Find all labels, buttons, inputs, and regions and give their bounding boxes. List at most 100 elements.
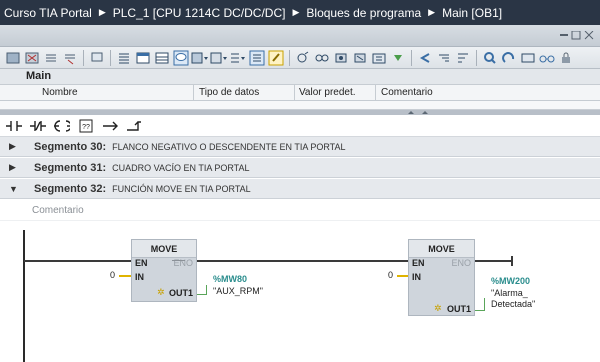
go-online-icon[interactable] xyxy=(332,49,350,67)
column-nombre[interactable]: Nombre xyxy=(42,87,78,98)
monitoring-on-icon[interactable] xyxy=(294,49,312,67)
divider xyxy=(0,220,600,221)
search-icon[interactable] xyxy=(481,49,499,67)
list-icon[interactable] xyxy=(115,49,133,67)
operand-name[interactable]: "AUX_RPM" xyxy=(213,286,263,296)
operand-name[interactable]: "Alarma_ xyxy=(491,288,528,298)
segment-title[interactable]: FLANCO NEGATIVO O DESCENDENTE EN TIA POR… xyxy=(112,142,345,152)
interface-title: Main xyxy=(0,69,600,84)
no-contact-icon[interactable] xyxy=(6,118,22,134)
column-divider xyxy=(375,85,376,101)
in-wire xyxy=(119,275,131,277)
segment-header[interactable]: ▶ Segmento 31: CUADRO VACÍO EN TIA PORTA… xyxy=(0,158,600,178)
coil-icon[interactable] xyxy=(54,118,70,134)
collapse-arrow-icon[interactable]: ▼ xyxy=(9,184,19,194)
network-overview-icon[interactable] xyxy=(248,49,266,67)
insert-row-icon[interactable] xyxy=(42,49,60,67)
delete-row-icon[interactable] xyxy=(61,49,79,67)
operand-name[interactable]: Detectada" xyxy=(491,299,535,309)
close-branch-icon[interactable] xyxy=(126,118,142,134)
breadcrumb-separator-icon: ▶ xyxy=(98,7,106,17)
comment-toggle-icon[interactable] xyxy=(172,49,190,67)
compile-icon[interactable] xyxy=(389,49,407,67)
pin-out1: OUT1 xyxy=(168,288,193,298)
expand-arrow-icon[interactable]: ▶ xyxy=(9,141,19,152)
open-branch-icon[interactable] xyxy=(102,118,118,134)
operand-address[interactable]: %MW200 xyxy=(491,276,530,286)
pin-eno: ENO xyxy=(451,258,471,268)
out-wire xyxy=(197,294,206,295)
interface-row[interactable] xyxy=(0,101,600,110)
move-box[interactable]: MOVE EN ENO IN ✲ OUT1 xyxy=(408,239,475,316)
breadcrumb-separator-icon: ▶ xyxy=(292,7,300,17)
go-to-previous-icon[interactable] xyxy=(416,49,434,67)
segment-title[interactable]: FUNCIÓN MOVE EN TIA PORTAL xyxy=(112,184,251,194)
out-wire xyxy=(206,285,207,295)
replace-icon[interactable] xyxy=(500,49,518,67)
breadcrumb-block[interactable]: Main [OB1] xyxy=(442,6,502,20)
segment-header[interactable]: ▼ Segmento 32: FUNCIÓN MOVE EN TIA PORTA… xyxy=(0,179,600,199)
output-star-icon: ✲ xyxy=(434,303,442,313)
rung-wire xyxy=(475,260,513,262)
pin-en: EN xyxy=(412,258,425,268)
highlight-icon[interactable] xyxy=(267,49,285,67)
favorites-icon[interactable] xyxy=(210,49,228,67)
out-wire xyxy=(475,310,484,311)
insert-network-icon[interactable] xyxy=(4,49,22,67)
in-value[interactable]: 0 xyxy=(110,270,115,280)
breadcrumb-folder[interactable]: Bloques de programa xyxy=(306,6,421,20)
segment-name: Segmento 30: xyxy=(34,140,107,153)
nc-contact-icon[interactable] xyxy=(30,118,46,134)
empty-box-glyph: ?? xyxy=(82,124,90,131)
zoom-icon[interactable] xyxy=(229,49,247,67)
power-rail xyxy=(23,230,25,362)
breadcrumb-project[interactable]: Curso TIA Portal xyxy=(4,6,92,20)
go-offline-icon[interactable] xyxy=(351,49,369,67)
empty-box-icon[interactable]: ?? xyxy=(78,118,94,134)
glasses-icon[interactable] xyxy=(538,49,556,67)
segment-header[interactable]: ▶ Segmento 30: FLANCO NEGATIVO O DESCEND… xyxy=(0,137,600,157)
download-icon[interactable] xyxy=(370,49,388,67)
window-split-icon[interactable] xyxy=(134,49,152,67)
output-star-icon: ✲ xyxy=(157,287,165,297)
segment-name: Segmento 31: xyxy=(34,161,107,174)
lad-instruction-toolbar: ?? xyxy=(0,115,600,137)
expand-arrow-icon[interactable]: ▶ xyxy=(9,162,19,173)
insert-input-icon[interactable] xyxy=(435,49,453,67)
editor-strip xyxy=(0,25,600,47)
breadcrumb: Curso TIA Portal ▶ PLC_1 [CPU 1214C DC/D… xyxy=(0,0,600,25)
pin-in: IN xyxy=(412,272,421,282)
column-valor-predet[interactable]: Valor predet. xyxy=(299,87,356,98)
move-box-title: MOVE xyxy=(132,240,196,258)
in-value[interactable]: 0 xyxy=(388,270,393,280)
lock-icon[interactable] xyxy=(557,49,575,67)
column-tipo-de-datos[interactable]: Tipo de datos xyxy=(199,87,259,98)
window-controls-icon[interactable] xyxy=(560,31,594,40)
network-comment[interactable]: Comentario xyxy=(32,205,84,216)
pin-in: IN xyxy=(135,272,144,282)
toolbar-divider xyxy=(411,49,412,66)
monitor-icon[interactable] xyxy=(88,49,106,67)
rung-end xyxy=(511,256,513,266)
absolute-operands-icon[interactable] xyxy=(191,49,209,67)
delete-network-icon[interactable] xyxy=(23,49,41,67)
in-wire xyxy=(397,275,408,277)
link-icon[interactable] xyxy=(313,49,331,67)
segment-name: Segmento 32: xyxy=(34,182,107,195)
rung-wire xyxy=(24,260,131,262)
block-table-icon[interactable] xyxy=(153,49,171,67)
properties-icon[interactable] xyxy=(519,49,537,67)
sort-icon[interactable] xyxy=(454,49,472,67)
column-divider xyxy=(193,85,194,101)
toolbar-divider xyxy=(289,49,290,66)
pin-out1: OUT1 xyxy=(446,304,471,314)
column-comentario[interactable]: Comentario xyxy=(381,87,433,98)
move-box[interactable]: MOVE EN ENO IN ✲ OUT1 xyxy=(131,239,197,302)
operand-address[interactable]: %MW80 xyxy=(213,274,247,284)
editor-toolbar xyxy=(0,47,600,69)
eno-stub xyxy=(172,260,185,261)
segment-title[interactable]: CUADRO VACÍO EN TIA PORTAL xyxy=(112,163,249,173)
breadcrumb-plc[interactable]: PLC_1 [CPU 1214C DC/DC/DC] xyxy=(113,6,286,20)
toolbar-divider xyxy=(476,49,477,66)
move-box-title: MOVE xyxy=(409,240,474,258)
